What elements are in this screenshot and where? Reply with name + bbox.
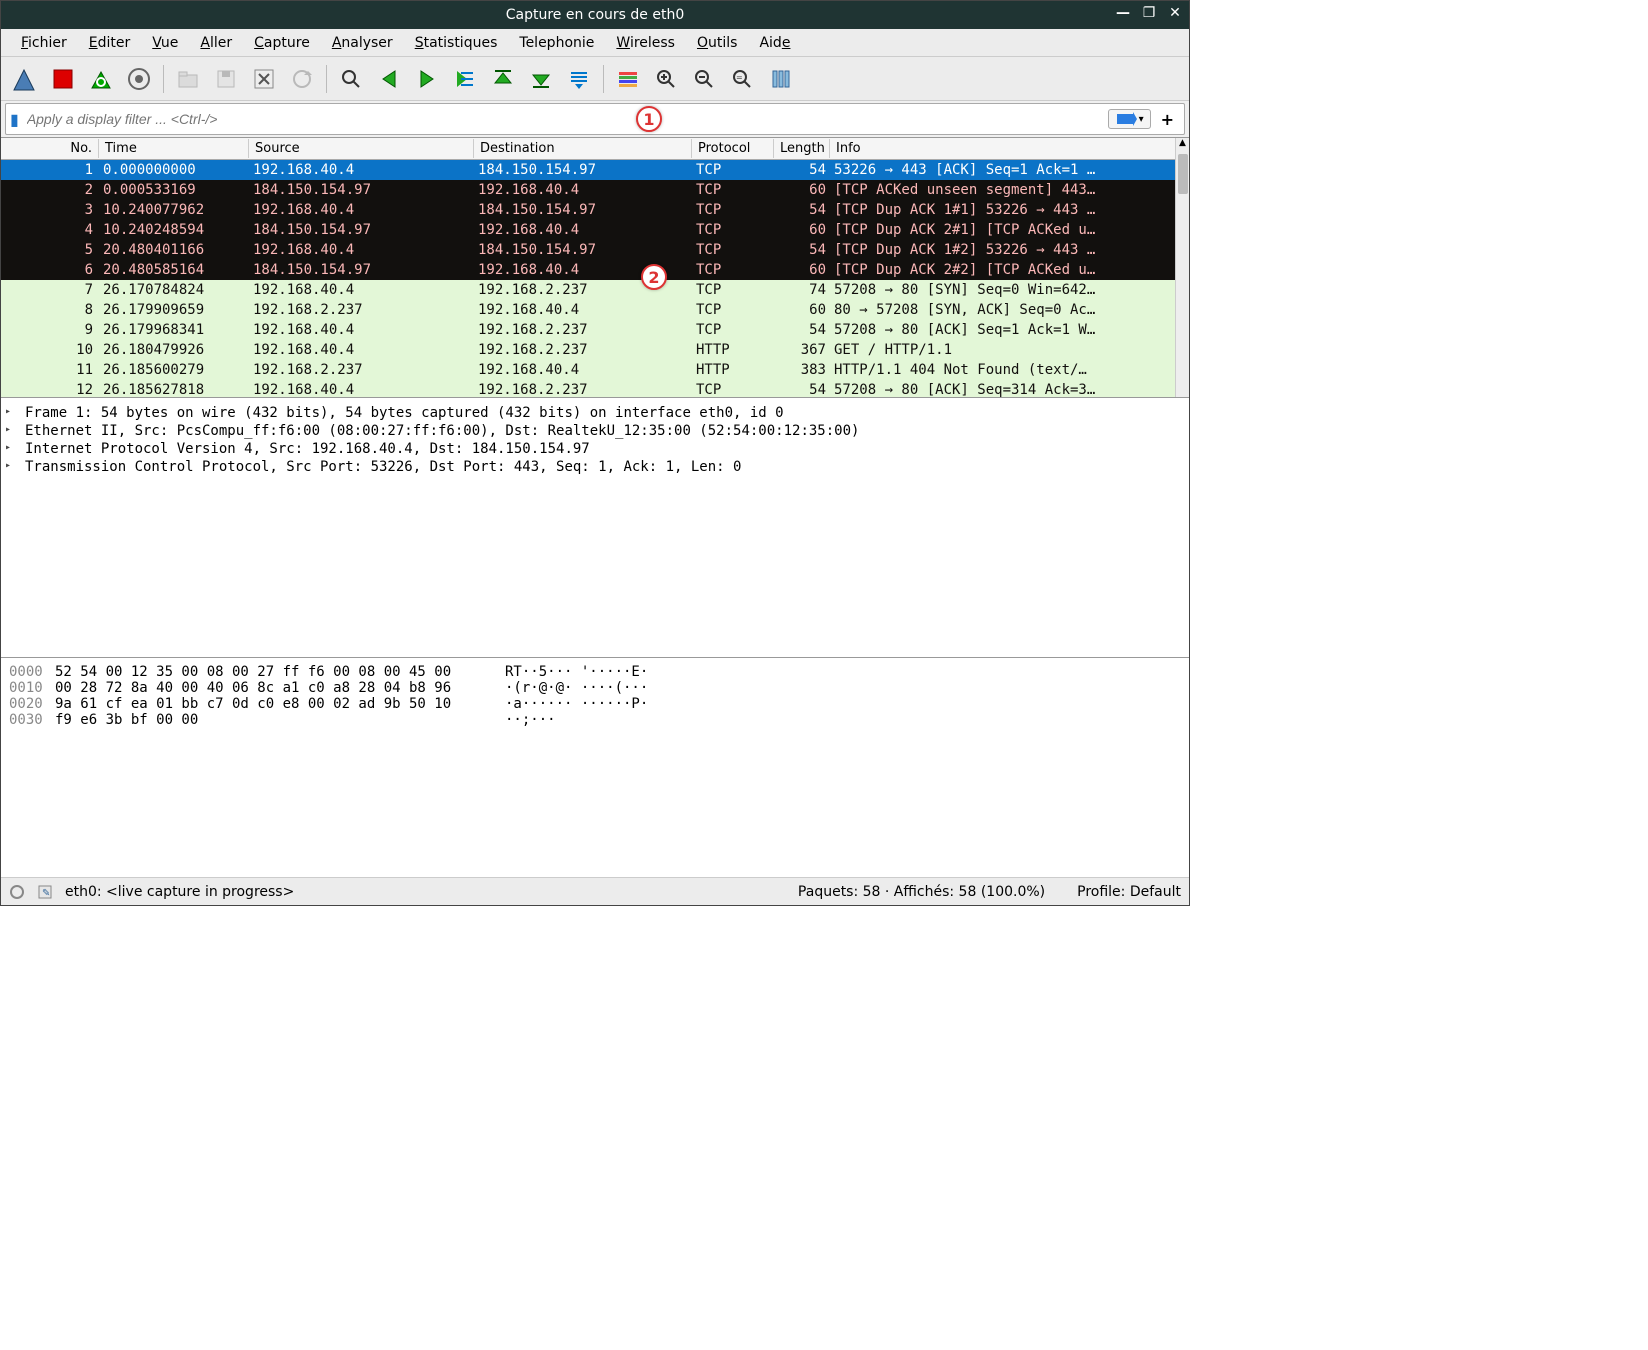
reload-icon[interactable] — [284, 61, 320, 97]
add-filter-button[interactable]: + — [1155, 108, 1180, 131]
hex-row[interactable]: 00209a 61 cf ea 01 bb c7 0d c0 e8 00 02 … — [9, 696, 1181, 712]
status-packets: Paquets: 58 · Affichés: 58 (100.0%) — [798, 884, 1045, 900]
hex-dump: 000052 54 00 12 35 00 08 00 27 ff f6 00 … — [1, 657, 1189, 877]
menu-wireless[interactable]: Wireless — [606, 32, 685, 54]
packet-list-body: 10.000000000192.168.40.4184.150.154.97TC… — [1, 160, 1189, 397]
expand-icon[interactable]: ▸ — [5, 406, 19, 420]
menu-editer[interactable]: Editer — [79, 32, 141, 54]
hex-row[interactable]: 0030f9 e6 3b bf 00 00··;··· — [9, 712, 1181, 728]
packet-row[interactable]: 520.480401166192.168.40.4184.150.154.97T… — [1, 240, 1189, 260]
packet-row[interactable]: 620.480585164184.150.154.97192.168.40.4T… — [1, 260, 1189, 280]
packet-row[interactable]: 20.000533169184.150.154.97192.168.40.4TC… — [1, 180, 1189, 200]
packet-row[interactable]: 1226.185627818192.168.40.4192.168.2.237T… — [1, 380, 1189, 397]
go-to-packet-icon[interactable] — [447, 61, 483, 97]
window-title: Capture en cours de eth0 — [506, 7, 685, 23]
packet-row[interactable]: 826.179909659192.168.2.237192.168.40.4TC… — [1, 300, 1189, 320]
menu-vue[interactable]: Vue — [142, 32, 188, 54]
minimize-icon[interactable]: — — [1115, 5, 1131, 21]
col-no[interactable]: No. — [1, 139, 99, 158]
packet-row[interactable]: 726.170784824192.168.40.4192.168.2.237TC… — [1, 280, 1189, 300]
menubar: Fichier Editer Vue Aller Capture Analyse… — [1, 29, 1189, 57]
detail-row[interactable]: ▸Ethernet II, Src: PcsCompu_ff:f6:00 (08… — [5, 422, 1185, 440]
bookmark-icon[interactable]: ▮ — [10, 110, 19, 129]
packet-row[interactable]: 10.000000000192.168.40.4184.150.154.97TC… — [1, 160, 1189, 180]
zoom-in-icon[interactable] — [648, 61, 684, 97]
expert-info-icon[interactable]: ✎ — [37, 884, 53, 900]
stop-capture-icon[interactable] — [45, 61, 81, 97]
callout-2: 2 — [641, 264, 667, 290]
col-source[interactable]: Source — [249, 139, 474, 158]
detail-row[interactable]: ▸Internet Protocol Version 4, Src: 192.1… — [5, 440, 1185, 458]
zoom-out-icon[interactable] — [686, 61, 722, 97]
col-destination[interactable]: Destination — [474, 139, 692, 158]
capture-options-icon[interactable] — [121, 61, 157, 97]
status-record-icon — [9, 884, 25, 900]
hex-row[interactable]: 001000 28 72 8a 40 00 40 06 8c a1 c0 a8 … — [9, 680, 1181, 696]
menu-capture[interactable]: Capture — [244, 32, 320, 54]
hex-row[interactable]: 000052 54 00 12 35 00 08 00 27 ff f6 00 … — [9, 664, 1181, 680]
zoom-reset-icon[interactable]: = — [724, 61, 760, 97]
shark-fin-icon[interactable] — [7, 61, 43, 97]
apply-filter-button[interactable]: ▾ — [1108, 109, 1151, 129]
col-info[interactable]: Info — [830, 139, 1189, 158]
detail-row[interactable]: ▸Transmission Control Protocol, Src Port… — [5, 458, 1185, 476]
packet-row[interactable]: 410.240248594184.150.154.97192.168.40.4T… — [1, 220, 1189, 240]
menu-statistiques[interactable]: Statistiques — [405, 32, 508, 54]
detail-row[interactable]: ▸Frame 1: 54 bytes on wire (432 bits), 5… — [5, 404, 1185, 422]
filter-bar: ▮ ▾ + 1 — [5, 103, 1185, 135]
svg-text:=: = — [736, 73, 743, 82]
svg-text:✎: ✎ — [42, 888, 50, 899]
menu-aller[interactable]: Aller — [190, 32, 242, 54]
menu-outils[interactable]: Outils — [687, 32, 747, 54]
resize-columns-icon[interactable] — [762, 61, 798, 97]
packet-row[interactable]: 1026.180479926192.168.40.4192.168.2.237H… — [1, 340, 1189, 360]
auto-scroll-icon[interactable] — [561, 61, 597, 97]
packet-details: ▸Frame 1: 54 bytes on wire (432 bits), 5… — [1, 397, 1189, 657]
go-last-icon[interactable] — [523, 61, 559, 97]
expand-icon[interactable]: ▸ — [5, 442, 19, 456]
find-icon[interactable] — [333, 61, 369, 97]
packet-row[interactable]: 310.240077962192.168.40.4184.150.154.97T… — [1, 200, 1189, 220]
menu-telephonie[interactable]: Telephonie — [509, 32, 604, 54]
expand-icon[interactable]: ▸ — [5, 424, 19, 438]
scrollbar[interactable]: ▲ — [1175, 138, 1189, 397]
col-length[interactable]: Length — [774, 139, 830, 158]
go-first-icon[interactable] — [485, 61, 521, 97]
titlebar: Capture en cours de eth0 — ❐ ✕ — [1, 1, 1189, 29]
packet-row[interactable]: 926.179968341192.168.40.4192.168.2.237TC… — [1, 320, 1189, 340]
callout-1: 1 — [636, 106, 662, 132]
status-interface: eth0: <live capture in progress> — [65, 884, 294, 900]
expand-icon[interactable]: ▸ — [5, 460, 19, 474]
toolbar: = — [1, 57, 1189, 101]
filter-input[interactable] — [23, 107, 1104, 131]
statusbar: ✎ eth0: <live capture in progress> Paque… — [1, 877, 1189, 905]
close-file-icon[interactable] — [246, 61, 282, 97]
restart-capture-icon[interactable] — [83, 61, 119, 97]
menu-aide[interactable]: Aide — [749, 32, 800, 54]
close-icon[interactable]: ✕ — [1167, 5, 1183, 21]
go-back-icon[interactable] — [371, 61, 407, 97]
maximize-icon[interactable]: ❐ — [1141, 5, 1157, 21]
go-forward-icon[interactable] — [409, 61, 445, 97]
packet-list: No. Time Source Destination Protocol Len… — [1, 137, 1189, 397]
col-protocol[interactable]: Protocol — [692, 139, 774, 158]
menu-fichier[interactable]: Fichier — [11, 32, 77, 54]
status-profile[interactable]: Profile: Default — [1077, 884, 1181, 900]
menu-analyser[interactable]: Analyser — [322, 32, 403, 54]
app-window: Capture en cours de eth0 — ❐ ✕ Fichier E… — [0, 0, 1190, 906]
packet-list-header: No. Time Source Destination Protocol Len… — [1, 138, 1189, 160]
colorize-icon[interactable] — [610, 61, 646, 97]
save-file-icon[interactable] — [208, 61, 244, 97]
open-file-icon[interactable] — [170, 61, 206, 97]
col-time[interactable]: Time — [99, 139, 249, 158]
packet-row[interactable]: 1126.185600279192.168.2.237192.168.40.4H… — [1, 360, 1189, 380]
